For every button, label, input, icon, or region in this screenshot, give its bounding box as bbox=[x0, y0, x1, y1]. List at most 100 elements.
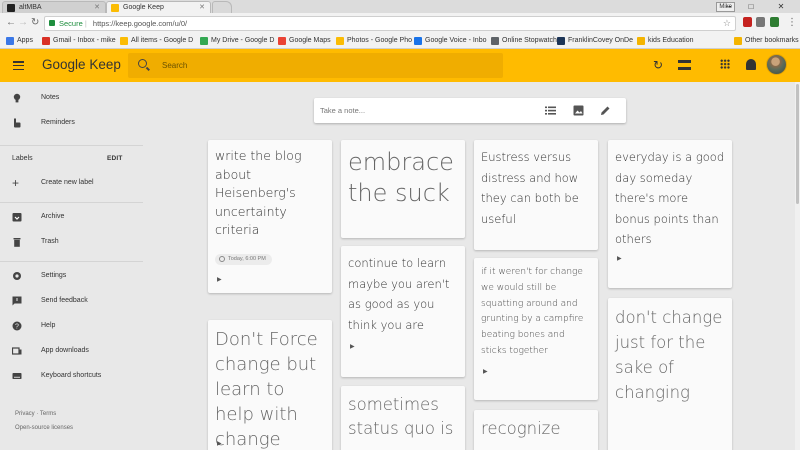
sidebar-item-app-downloads[interactable]: App downloads bbox=[0, 341, 143, 361]
note-text: if it weren't for change we would still … bbox=[481, 267, 584, 356]
footer-links: Privacy · Terms bbox=[15, 411, 56, 417]
bookmark-franklincovey[interactable]: FranklinCovey OnDe bbox=[557, 33, 633, 48]
bookmark-google-maps[interactable]: Google Maps bbox=[278, 33, 331, 48]
bookmark-kids-education[interactable]: kids Education bbox=[637, 33, 694, 48]
new-drawing-icon[interactable] bbox=[600, 105, 611, 116]
bookmark-gmail[interactable]: Gmail - Inbox - mike bbox=[42, 33, 116, 48]
extension-icon[interactable] bbox=[756, 17, 765, 27]
back-arrow-icon[interactable]: ← bbox=[6, 17, 16, 29]
expand-arrow-icon[interactable]: ▶ bbox=[617, 255, 622, 262]
sidebar-item-notes[interactable]: Notes bbox=[0, 88, 143, 108]
close-tab-icon[interactable]: ✕ bbox=[94, 2, 100, 13]
note-text: continue to learn maybe you aren't as go… bbox=[348, 256, 450, 332]
svg-text:?: ? bbox=[15, 324, 19, 331]
search-bar[interactable] bbox=[128, 53, 503, 78]
scrollbar-thumb[interactable] bbox=[796, 84, 799, 204]
note-card[interactable]: if it weren't for change we would still … bbox=[474, 258, 598, 400]
refresh-icon[interactable]: ↻ bbox=[651, 58, 665, 72]
sidebar-item-keyboard-shortcuts[interactable]: Keyboard shortcuts bbox=[0, 366, 143, 386]
bookmarks-bar: Apps Gmail - Inbox - mike All items - Go… bbox=[0, 33, 800, 49]
note-text: Don't Force change but learn to help wit… bbox=[215, 329, 318, 450]
tab-title: Google Keep bbox=[123, 4, 164, 11]
take-note-input[interactable] bbox=[320, 104, 520, 117]
note-card[interactable]: write the blog about Heisenberg's uncert… bbox=[208, 140, 332, 293]
sidebar-item-help[interactable]: ? Help bbox=[0, 316, 143, 336]
note-card[interactable]: sometimes status quo is bbox=[341, 386, 465, 450]
tab-title: altMBA bbox=[19, 4, 42, 11]
note-card[interactable]: embrace the suck bbox=[341, 140, 465, 238]
minimize-icon[interactable]: – bbox=[718, 0, 740, 13]
search-icon[interactable] bbox=[138, 59, 147, 68]
note-text: sometimes status quo is bbox=[348, 395, 454, 438]
new-tab-button[interactable] bbox=[212, 1, 232, 13]
bookmark-other[interactable]: Other bookmarks bbox=[734, 33, 799, 48]
new-list-icon[interactable] bbox=[545, 105, 556, 116]
sidebar-item-reminders[interactable]: Reminders bbox=[0, 113, 143, 133]
reload-icon[interactable]: ↻ bbox=[31, 17, 39, 29]
sidebar-item-archive[interactable]: Archive bbox=[0, 207, 143, 227]
reminder-hand-icon bbox=[14, 118, 21, 128]
edit-labels-button[interactable]: EDIT bbox=[107, 155, 123, 162]
browser-tab-altmba[interactable]: altMBA ✕ bbox=[2, 1, 106, 13]
note-card[interactable]: everyday is a good day someday there's m… bbox=[608, 140, 732, 288]
note-text: recognize bbox=[481, 419, 561, 438]
help-icon: ? bbox=[12, 321, 22, 331]
privacy-link[interactable]: Privacy bbox=[15, 411, 35, 417]
sidebar-item-send-feedback[interactable]: Send feedback bbox=[0, 291, 143, 311]
bookmark-my-drive[interactable]: My Drive - Google D bbox=[200, 33, 274, 48]
apps-grid-icon bbox=[6, 37, 14, 45]
close-tab-icon[interactable]: ✕ bbox=[199, 2, 205, 13]
notifications-icon[interactable] bbox=[746, 59, 756, 70]
drive-icon bbox=[120, 37, 128, 45]
omnibox-separator: | bbox=[84, 19, 87, 28]
expand-arrow-icon[interactable]: ▶ bbox=[350, 343, 355, 350]
terms-link[interactable]: Terms bbox=[40, 411, 56, 417]
note-card[interactable]: Eustress versus distress and how they ca… bbox=[474, 140, 598, 250]
sidebar-divider bbox=[0, 261, 143, 262]
list-view-icon[interactable] bbox=[678, 60, 691, 70]
note-card[interactable]: continue to learn maybe you aren't as go… bbox=[341, 246, 465, 377]
open-source-licenses-link[interactable]: Open-source licenses bbox=[15, 425, 73, 431]
note-card[interactable]: Don't Force change but learn to help wit… bbox=[208, 320, 332, 450]
extension-icon[interactable] bbox=[743, 17, 752, 27]
sidebar-divider bbox=[0, 202, 143, 203]
expand-arrow-icon[interactable]: ▶ bbox=[483, 368, 488, 375]
bookmark-photos[interactable]: Photos - Google Pho bbox=[336, 33, 412, 48]
stopwatch-icon bbox=[491, 37, 499, 45]
labels-heading: Labels bbox=[12, 155, 33, 162]
keep-logo[interactable]: Google Keep bbox=[42, 57, 121, 73]
note-card[interactable]: don't change just for the sake of changi… bbox=[608, 298, 732, 450]
sidebar-item-settings[interactable]: Settings bbox=[0, 266, 143, 286]
bookmark-google-voice[interactable]: Google Voice - Inbo bbox=[414, 33, 487, 48]
bookmark-star-icon[interactable]: ☆ bbox=[723, 17, 731, 30]
extension-icon[interactable] bbox=[770, 17, 779, 27]
bookmark-apps[interactable]: Apps bbox=[6, 33, 33, 48]
trash-icon bbox=[13, 238, 21, 247]
photos-icon bbox=[336, 37, 344, 45]
maximize-icon[interactable]: □ bbox=[740, 0, 762, 13]
maps-icon bbox=[278, 37, 286, 45]
sidebar-item-trash[interactable]: Trash bbox=[0, 232, 143, 252]
create-new-label-button[interactable]: + Create new label bbox=[0, 173, 143, 193]
expand-arrow-icon[interactable]: ▶ bbox=[217, 276, 222, 283]
expand-arrow-icon[interactable]: ▶ bbox=[217, 440, 222, 447]
voice-icon bbox=[414, 37, 422, 45]
google-apps-icon[interactable] bbox=[720, 59, 730, 69]
browser-menu-icon[interactable]: ⋮ bbox=[787, 17, 797, 29]
window-close-icon[interactable]: ✕ bbox=[770, 0, 792, 13]
bookmark-all-items[interactable]: All items - Google D bbox=[120, 33, 193, 48]
search-input[interactable] bbox=[162, 58, 462, 73]
feedback-icon bbox=[12, 296, 22, 306]
reminder-chip[interactable]: Today, 6:00 PM bbox=[215, 254, 272, 265]
plus-icon: + bbox=[12, 176, 20, 190]
take-note-box[interactable] bbox=[314, 98, 626, 123]
bookmark-online-stopwatch[interactable]: Online Stopwatch bbox=[491, 33, 557, 48]
new-image-note-icon[interactable] bbox=[573, 105, 584, 116]
avatar[interactable] bbox=[766, 54, 787, 75]
note-card[interactable]: recognize bbox=[474, 410, 598, 450]
devices-icon bbox=[12, 347, 22, 355]
forward-arrow-icon[interactable]: → bbox=[18, 17, 28, 29]
address-bar[interactable]: Secure | https://keep.google.com/u/0/ ☆ bbox=[44, 16, 736, 31]
main-menu-icon[interactable] bbox=[13, 61, 24, 71]
browser-tab-google-keep[interactable]: Google Keep ✕ bbox=[106, 1, 211, 13]
